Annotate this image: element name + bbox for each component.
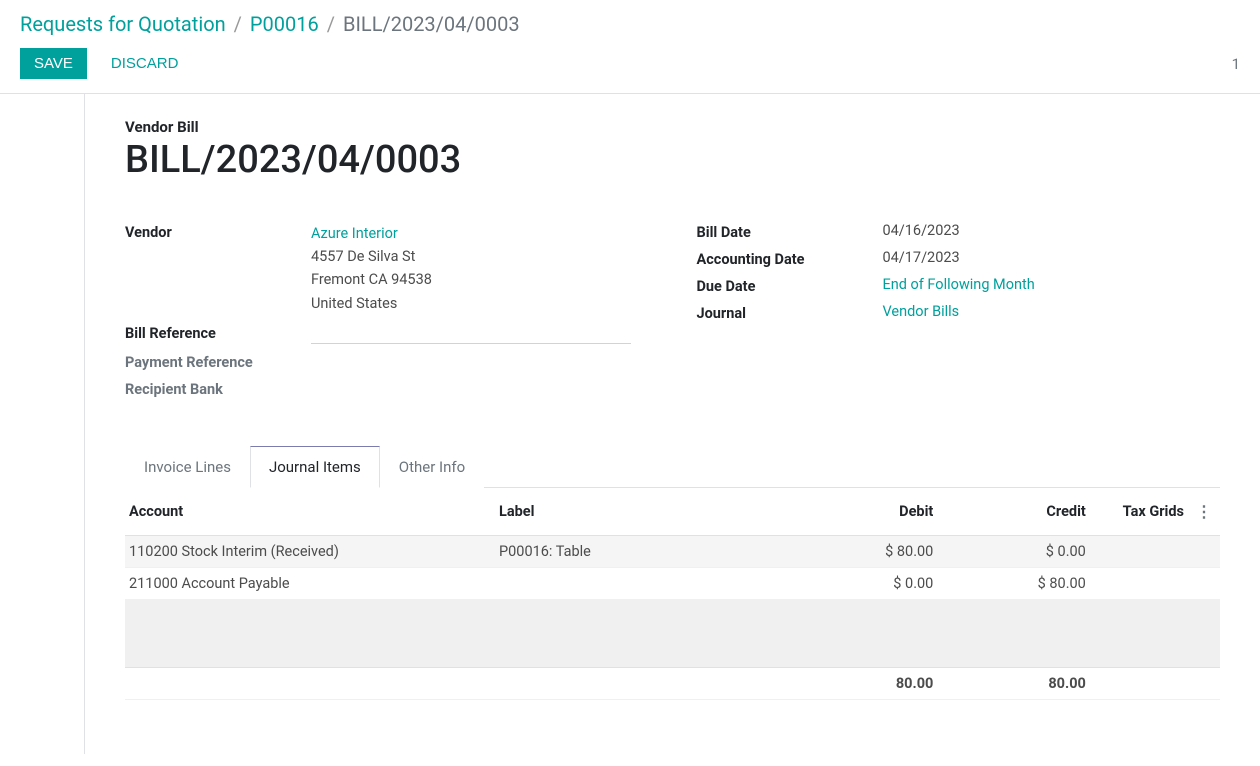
bill-reference-label: Bill Reference (125, 323, 311, 342)
save-button[interactable]: SAVE (20, 48, 87, 79)
cell-label[interactable]: P00016: Table (495, 535, 778, 567)
th-menu: ⋮ (1192, 488, 1220, 536)
cell-tax-grids[interactable] (1094, 535, 1192, 567)
bill-date-value[interactable]: 04/16/2023 (883, 222, 1221, 239)
breadcrumb-separator: / (327, 12, 335, 36)
vendor-value: Azure Interior 4557 De Silva St Fremont … (311, 222, 649, 315)
table-row[interactable]: 110200 Stock Interim (Received) P00016: … (125, 535, 1220, 567)
form-sheet: Vendor Bill BILL/2023/04/0003 Vendor Azu… (85, 94, 1260, 754)
journal-value[interactable]: Vendor Bills (883, 303, 1221, 320)
journal-label: Journal (697, 303, 883, 322)
vendor-label: Vendor (125, 222, 311, 241)
bill-date-label: Bill Date (697, 222, 883, 241)
breadcrumb-current: BILL/2023/04/0003 (343, 12, 520, 36)
cell-account[interactable]: 211000 Account Payable (125, 567, 495, 599)
field-bill-reference: Bill Reference (125, 323, 649, 344)
journal-items-table: Account Label Debit Credit Tax Grids ⋮ 1… (125, 488, 1220, 700)
tab-journal-items[interactable]: Journal Items (250, 446, 380, 488)
th-account[interactable]: Account (125, 488, 495, 536)
breadcrumb-root-link[interactable]: Requests for Quotation (20, 12, 226, 36)
due-date-link[interactable]: End of Following Month (883, 276, 1035, 293)
th-credit[interactable]: Credit (941, 488, 1094, 536)
table-header-row: Account Label Debit Credit Tax Grids ⋮ (125, 488, 1220, 536)
tab-invoice-lines[interactable]: Invoice Lines (125, 446, 250, 488)
total-debit: 80.00 (778, 667, 941, 699)
vendor-address-line1: 4557 De Silva St (311, 245, 649, 268)
recipient-bank-label: Recipient Bank (125, 379, 311, 398)
field-journal: Journal Vendor Bills (697, 303, 1221, 322)
th-label[interactable]: Label (495, 488, 778, 536)
field-payment-reference: Payment Reference (125, 352, 649, 371)
field-col-left: Vendor Azure Interior 4557 De Silva St F… (125, 222, 649, 406)
doc-type-label: Vendor Bill (125, 118, 1220, 136)
accounting-date-value[interactable]: 04/17/2023 (883, 249, 1221, 266)
bill-reference-value (311, 323, 649, 344)
doc-title: BILL/2023/04/0003 (125, 138, 1220, 182)
th-debit[interactable]: Debit (778, 488, 941, 536)
due-date-label: Due Date (697, 276, 883, 295)
field-bill-date: Bill Date 04/16/2023 (697, 222, 1221, 241)
journal-link[interactable]: Vendor Bills (883, 303, 960, 320)
field-grid: Vendor Azure Interior 4557 De Silva St F… (125, 222, 1220, 406)
field-vendor: Vendor Azure Interior 4557 De Silva St F… (125, 222, 649, 315)
table-options-icon[interactable]: ⋮ (1196, 502, 1212, 521)
cell-debit[interactable]: $ 0.00 (778, 567, 941, 599)
bill-reference-input[interactable] (311, 323, 631, 344)
vendor-name-link[interactable]: Azure Interior (311, 222, 649, 245)
table-empty-row (125, 599, 1220, 667)
cell-account[interactable]: 110200 Stock Interim (Received) (125, 535, 495, 567)
field-col-right: Bill Date 04/16/2023 Accounting Date 04/… (697, 222, 1221, 406)
field-recipient-bank: Recipient Bank (125, 379, 649, 398)
breadcrumb-container: Requests for Quotation / P00016 / BILL/2… (0, 0, 1260, 40)
content-wrapper: Vendor Bill BILL/2023/04/0003 Vendor Azu… (0, 94, 1260, 754)
action-bar: SAVE DISCARD 1 (0, 40, 1260, 94)
tabs: Invoice Lines Journal Items Other Info (125, 446, 1220, 488)
cell-label[interactable] (495, 567, 778, 599)
pager[interactable]: 1 (1232, 55, 1240, 73)
cell-credit[interactable]: $ 0.00 (941, 535, 1094, 567)
field-due-date: Due Date End of Following Month (697, 276, 1221, 295)
tab-other-info[interactable]: Other Info (380, 446, 484, 488)
breadcrumb-separator: / (234, 12, 242, 36)
cell-tax-grids[interactable] (1094, 567, 1192, 599)
due-date-value[interactable]: End of Following Month (883, 276, 1221, 293)
breadcrumb-parent-link[interactable]: P00016 (250, 12, 319, 36)
field-accounting-date: Accounting Date 04/17/2023 (697, 249, 1221, 268)
th-tax-grids[interactable]: Tax Grids (1094, 488, 1192, 536)
accounting-date-label: Accounting Date (697, 249, 883, 268)
cell-debit[interactable]: $ 80.00 (778, 535, 941, 567)
cell-credit[interactable]: $ 80.00 (941, 567, 1094, 599)
payment-reference-label: Payment Reference (125, 352, 311, 371)
left-gutter (0, 94, 85, 754)
breadcrumb: Requests for Quotation / P00016 / BILL/2… (20, 12, 1240, 36)
vendor-address-line2: Fremont CA 94538 (311, 268, 649, 291)
table-row[interactable]: 211000 Account Payable $ 0.00 $ 80.00 (125, 567, 1220, 599)
vendor-country: United States (311, 292, 649, 315)
cell-actions (1192, 567, 1220, 599)
discard-button[interactable]: DISCARD (103, 48, 187, 79)
cell-actions (1192, 535, 1220, 567)
total-credit: 80.00 (941, 667, 1094, 699)
table-totals-row: 80.00 80.00 (125, 667, 1220, 699)
journal-items-table-wrapper: Account Label Debit Credit Tax Grids ⋮ 1… (125, 488, 1220, 700)
